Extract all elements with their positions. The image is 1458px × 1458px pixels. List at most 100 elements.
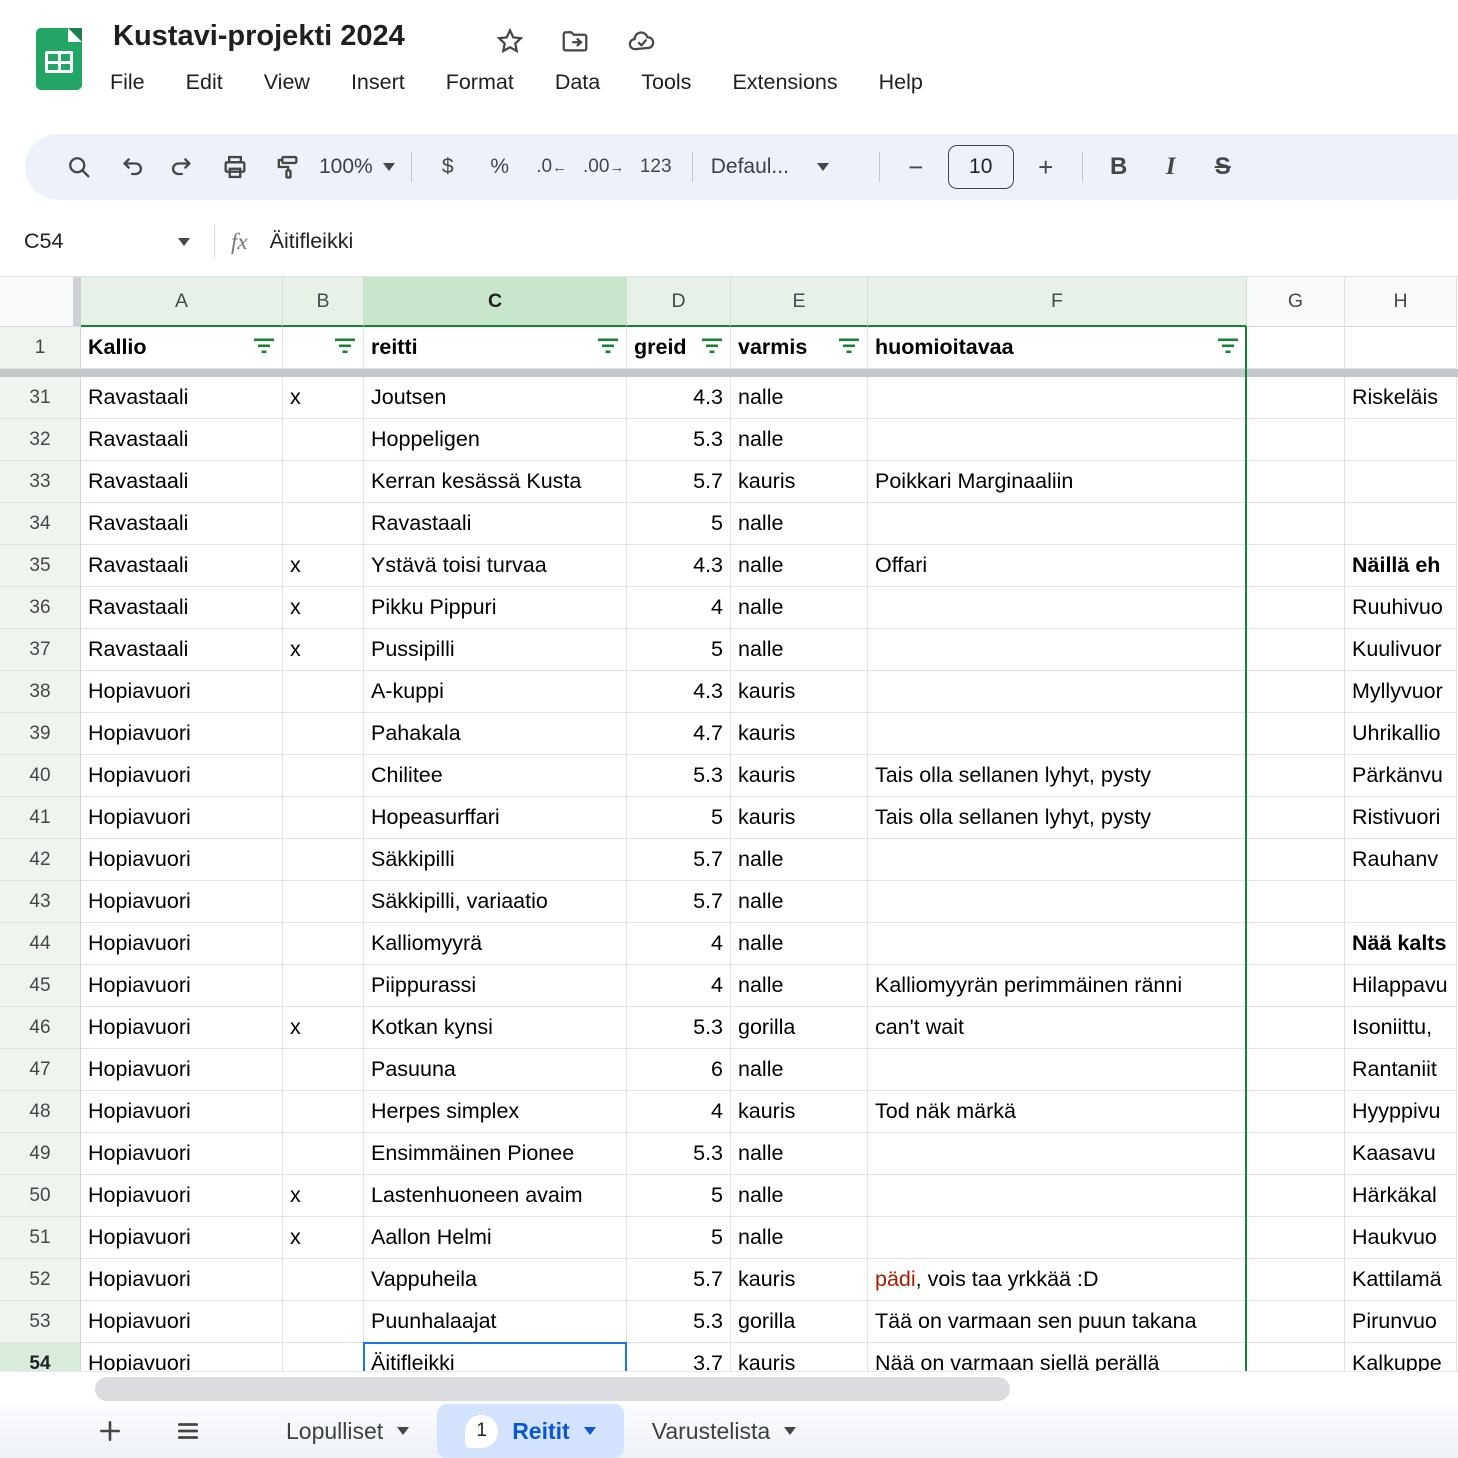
cell-C41[interactable]: Hopeasurffari (364, 797, 627, 839)
cell-E47[interactable]: nalle (731, 1049, 868, 1091)
cell-C42[interactable]: Säkkipilli (364, 839, 627, 881)
cell-G32[interactable] (1247, 419, 1345, 461)
horizontal-scrollbar-thumb[interactable] (95, 1377, 1010, 1401)
cell-D31[interactable]: 4.3 (627, 377, 731, 419)
cell-H44[interactable]: Nää kalts (1345, 923, 1457, 965)
cell-E37[interactable]: nalle (731, 629, 868, 671)
cell-D43[interactable]: 5.7 (627, 881, 731, 923)
chevron-down-icon[interactable] (784, 1427, 796, 1435)
cell-E34[interactable]: nalle (731, 503, 868, 545)
cell-C53[interactable]: Puunhalaajat (364, 1301, 627, 1343)
cell-H54[interactable]: Kalkuppe (1345, 1343, 1457, 1371)
cell-G52[interactable] (1247, 1259, 1345, 1301)
cell-F51[interactable] (868, 1217, 1247, 1259)
cell-H45[interactable]: Hilappavu (1345, 965, 1457, 1007)
cell-B42[interactable] (283, 839, 364, 881)
frozen-row-divider[interactable] (0, 369, 1458, 377)
column-header-E[interactable]: E (731, 277, 868, 327)
cell-D49[interactable]: 5.3 (627, 1133, 731, 1175)
row-header-33[interactable]: 33 (0, 461, 81, 503)
cell-A47[interactable]: Hopiavuori (81, 1049, 283, 1091)
cell-C43[interactable]: Säkkipilli, variaatio (364, 881, 627, 923)
cell-A49[interactable]: Hopiavuori (81, 1133, 283, 1175)
cell-H37[interactable]: Kuulivuor (1345, 629, 1457, 671)
cell-H41[interactable]: Ristivuori (1345, 797, 1457, 839)
all-sheets-menu-icon[interactable] (158, 1418, 218, 1444)
cell-A31[interactable]: Ravastaali (81, 377, 283, 419)
cell-B54[interactable] (283, 1343, 364, 1371)
cell-H50[interactable]: Härkäkal (1345, 1175, 1457, 1217)
header-cell-E1[interactable]: varmis (731, 327, 868, 369)
add-sheet-button[interactable] (80, 1418, 140, 1444)
row-header-36[interactable]: 36 (0, 587, 81, 629)
zoom-select[interactable]: 100% (313, 145, 401, 189)
redo-icon[interactable] (157, 145, 209, 189)
cell-F36[interactable] (868, 587, 1247, 629)
cell-C49[interactable]: Ensimmäinen Pionee (364, 1133, 627, 1175)
cell-G36[interactable] (1247, 587, 1345, 629)
cell-E43[interactable]: nalle (731, 881, 868, 923)
cell-E48[interactable]: kauris (731, 1091, 868, 1133)
cell-H31[interactable]: Riskeläis (1345, 377, 1457, 419)
cell-H42[interactable]: Rauhanv (1345, 839, 1457, 881)
cell-G48[interactable] (1247, 1091, 1345, 1133)
cell-E38[interactable]: kauris (731, 671, 868, 713)
filter-icon[interactable] (1216, 336, 1240, 354)
cell-B50[interactable]: x (283, 1175, 364, 1217)
cell-B45[interactable] (283, 965, 364, 1007)
cell-H47[interactable]: Rantaniit (1345, 1049, 1457, 1091)
cell-C39[interactable]: Pahakala (364, 713, 627, 755)
cell-G46[interactable] (1247, 1007, 1345, 1049)
cell-D40[interactable]: 5.3 (627, 755, 731, 797)
cell-G54[interactable] (1247, 1343, 1345, 1371)
cell-H52[interactable]: Kattilamä (1345, 1259, 1457, 1301)
cell-C35[interactable]: Ystävä toisi turvaa (364, 545, 627, 587)
cell-A46[interactable]: Hopiavuori (81, 1007, 283, 1049)
cell-D46[interactable]: 5.3 (627, 1007, 731, 1049)
row-header-31[interactable]: 31 (0, 377, 81, 419)
decrease-font-size-button[interactable]: − (890, 145, 942, 189)
filter-icon[interactable] (333, 336, 357, 354)
menu-edit[interactable]: Edit (186, 70, 223, 95)
cell-A36[interactable]: Ravastaali (81, 587, 283, 629)
cell-H39[interactable]: Uhrikallio (1345, 713, 1457, 755)
cell-B48[interactable] (283, 1091, 364, 1133)
cell-C47[interactable]: Pasuuna (364, 1049, 627, 1091)
cell-A39[interactable]: Hopiavuori (81, 713, 283, 755)
cell-B38[interactable] (283, 671, 364, 713)
row-header-38[interactable]: 38 (0, 671, 81, 713)
search-icon[interactable] (53, 145, 105, 189)
cell-A44[interactable]: Hopiavuori (81, 923, 283, 965)
cell-C38[interactable]: A-kuppi (364, 671, 627, 713)
cell-B31[interactable]: x (283, 377, 364, 419)
cell-A48[interactable]: Hopiavuori (81, 1091, 283, 1133)
row-header-1[interactable]: 1 (0, 327, 81, 369)
row-header-37[interactable]: 37 (0, 629, 81, 671)
cell-E46[interactable]: gorilla (731, 1007, 868, 1049)
cell-E49[interactable]: nalle (731, 1133, 868, 1175)
header-cell-G1[interactable] (1247, 327, 1345, 369)
menu-help[interactable]: Help (879, 70, 923, 95)
row-header-34[interactable]: 34 (0, 503, 81, 545)
header-cell-F1[interactable]: huomioitavaa (868, 327, 1247, 369)
cell-F46[interactable]: can't wait (868, 1007, 1247, 1049)
cell-F31[interactable] (868, 377, 1247, 419)
sheet-tab-lopulliset[interactable]: Lopulliset (258, 1404, 437, 1458)
cell-E45[interactable]: nalle (731, 965, 868, 1007)
cell-B39[interactable] (283, 713, 364, 755)
column-header-H[interactable]: H (1345, 277, 1457, 327)
cell-A34[interactable]: Ravastaali (81, 503, 283, 545)
row-header-35[interactable]: 35 (0, 545, 81, 587)
cell-C31[interactable]: Joutsen (364, 377, 627, 419)
column-header-G[interactable]: G (1247, 277, 1345, 327)
row-header-39[interactable]: 39 (0, 713, 81, 755)
cell-B37[interactable]: x (283, 629, 364, 671)
cell-D35[interactable]: 4.3 (627, 545, 731, 587)
formula-input[interactable]: Äitifleikki (270, 229, 354, 254)
cell-A41[interactable]: Hopiavuori (81, 797, 283, 839)
cell-A33[interactable]: Ravastaali (81, 461, 283, 503)
cell-D47[interactable]: 6 (627, 1049, 731, 1091)
menu-insert[interactable]: Insert (351, 70, 405, 95)
row-header-46[interactable]: 46 (0, 1007, 81, 1049)
cell-G35[interactable] (1247, 545, 1345, 587)
